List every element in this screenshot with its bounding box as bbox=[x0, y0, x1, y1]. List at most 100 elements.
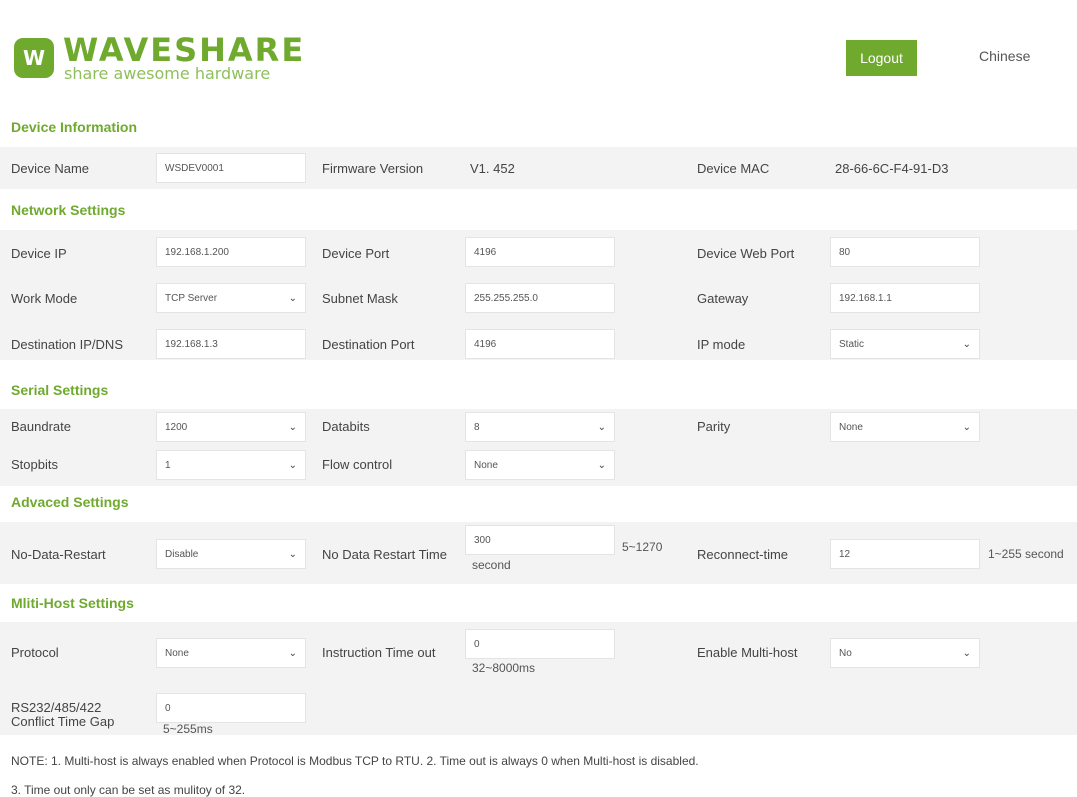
work-mode-select[interactable]: TCP Server ⌄ bbox=[156, 283, 306, 313]
rows-multi-host-settings: Protocol None ⌄ Instruction Time out 0 3… bbox=[0, 622, 1077, 736]
device-name-value: WSDEV0001 bbox=[165, 163, 224, 174]
instruction-timeout-label: Instruction Time out bbox=[322, 645, 436, 660]
device-name-label: Device Name bbox=[11, 161, 90, 176]
no-data-restart-label: No-Data-Restart bbox=[11, 547, 106, 562]
instruction-timeout-value: 0 bbox=[474, 639, 480, 650]
stopbits-value: 1 bbox=[165, 460, 171, 471]
logo-tagline: share awesome hardware bbox=[64, 64, 271, 83]
subnet-mask-label: Subnet Mask bbox=[322, 291, 398, 306]
restart-time-unit: second bbox=[472, 558, 511, 572]
section-title-network-settings: Network Settings bbox=[11, 202, 126, 218]
conflict-time-gap-input[interactable]: 0 bbox=[156, 693, 306, 723]
device-web-port-input[interactable]: 80 bbox=[830, 237, 980, 267]
reconnect-time-range: 1~255 second bbox=[988, 547, 1064, 561]
enable-multi-host-select[interactable]: No ⌄ bbox=[830, 638, 980, 668]
device-web-port-value: 80 bbox=[839, 247, 851, 258]
protocol-select[interactable]: None ⌄ bbox=[156, 638, 306, 668]
gateway-input[interactable]: 192.168.1.1 bbox=[830, 283, 980, 313]
chevron-down-icon: ⌄ bbox=[288, 293, 297, 304]
logout-button[interactable]: Logout bbox=[846, 40, 917, 76]
device-mac-label: Device MAC bbox=[697, 161, 770, 176]
section-title-multi-host-settings: Mliti-Host Settings bbox=[11, 595, 134, 611]
chevron-down-icon: ⌄ bbox=[288, 648, 297, 659]
section-title-serial-settings: Serial Settings bbox=[11, 382, 109, 398]
parity-select[interactable]: None ⌄ bbox=[830, 412, 980, 442]
firmware-version-label: Firmware Version bbox=[322, 161, 424, 176]
device-mac-value: 28-66-6C-F4-91-D3 bbox=[835, 161, 949, 176]
protocol-label: Protocol bbox=[11, 645, 59, 660]
gateway-value: 192.168.1.1 bbox=[839, 293, 892, 304]
reconnect-time-label: Reconnect-time bbox=[697, 547, 789, 562]
destination-port-input[interactable]: 4196 bbox=[465, 329, 615, 359]
destination-port-label: Destination Port bbox=[322, 337, 415, 352]
destination-port-value: 4196 bbox=[474, 339, 497, 350]
page-header: W WAVESHARE share awesome hardware Logou… bbox=[0, 0, 1077, 118]
device-ip-label: Device IP bbox=[11, 246, 67, 261]
flow-control-label: Flow control bbox=[322, 457, 393, 472]
chevron-down-icon: ⌄ bbox=[962, 648, 971, 659]
destination-ip-label: Destination IP/DNS bbox=[11, 337, 123, 352]
flow-control-select[interactable]: None ⌄ bbox=[465, 450, 615, 480]
subnet-mask-input[interactable]: 255.255.255.0 bbox=[465, 283, 615, 313]
ip-mode-select[interactable]: Static ⌄ bbox=[830, 329, 980, 359]
device-ip-input[interactable]: 192.168.1.200 bbox=[156, 237, 306, 267]
chevron-down-icon: ⌄ bbox=[288, 422, 297, 433]
parity-label: Parity bbox=[697, 419, 731, 434]
destination-ip-value: 192.168.1.3 bbox=[165, 339, 218, 350]
subnet-mask-value: 255.255.255.0 bbox=[474, 293, 538, 304]
chevron-down-icon: ⌄ bbox=[597, 460, 606, 471]
reconnect-time-value: 12 bbox=[839, 549, 851, 560]
enable-multi-host-value: No bbox=[839, 648, 852, 659]
chevron-down-icon: ⌄ bbox=[288, 549, 297, 560]
databits-select[interactable]: 8 ⌄ bbox=[465, 412, 615, 442]
note-line-1: NOTE: 1. Multi-host is always enabled wh… bbox=[11, 754, 699, 768]
baudrate-value: 1200 bbox=[165, 422, 188, 433]
gateway-label: Gateway bbox=[697, 291, 749, 306]
firmware-version-value: V1. 452 bbox=[470, 161, 515, 176]
device-ip-value: 192.168.1.200 bbox=[165, 247, 229, 258]
conflict-time-gap-label-line2: Conflict Time Gap bbox=[11, 714, 115, 729]
stopbits-label: Stopbits bbox=[11, 457, 58, 472]
no-data-restart-time-value: 300 bbox=[474, 535, 491, 546]
ip-mode-value: Static bbox=[839, 339, 865, 350]
instruction-timeout-input[interactable]: 0 bbox=[465, 629, 615, 659]
chevron-down-icon: ⌄ bbox=[962, 422, 971, 433]
section-title-device-information: Device Information bbox=[11, 119, 138, 135]
instruction-timeout-range: 32~8000ms bbox=[472, 661, 536, 675]
language-switch-link[interactable]: Chinese bbox=[979, 48, 1030, 64]
no-data-restart-select[interactable]: Disable ⌄ bbox=[156, 539, 306, 569]
waveshare-logo[interactable]: W WAVESHARE share awesome hardware bbox=[14, 31, 303, 88]
device-name-input[interactable]: WSDEV0001 bbox=[156, 153, 306, 183]
databits-value: 8 bbox=[474, 422, 480, 433]
stopbits-select[interactable]: 1 ⌄ bbox=[156, 450, 306, 480]
restart-time-range: 5~1270 bbox=[622, 540, 663, 554]
rows-serial-settings: Baundrate 1200 ⌄ Databits 8 ⌄ Parity Non… bbox=[0, 409, 1077, 486]
chevron-down-icon: ⌄ bbox=[597, 422, 606, 433]
rows-network-settings: Device IP 192.168.1.200 Device Port 4196… bbox=[0, 230, 1077, 360]
chevron-down-icon: ⌄ bbox=[288, 460, 297, 471]
no-data-restart-value: Disable bbox=[165, 549, 199, 560]
conflict-time-gap-range: 5~255ms bbox=[163, 722, 213, 736]
destination-ip-input[interactable]: 192.168.1.3 bbox=[156, 329, 306, 359]
baudrate-select[interactable]: 1200 ⌄ bbox=[156, 412, 306, 442]
work-mode-label: Work Mode bbox=[11, 291, 78, 306]
enable-multi-host-label: Enable Multi-host bbox=[697, 645, 798, 660]
reconnect-time-input[interactable]: 12 bbox=[830, 539, 980, 569]
row-device-info: Device Name WSDEV0001 Firmware Version V… bbox=[0, 147, 1077, 189]
device-web-port-label: Device Web Port bbox=[697, 246, 795, 261]
note-line-2: 3. Time out only can be set as mulitoy o… bbox=[11, 783, 246, 797]
no-data-restart-time-label: No Data Restart Time bbox=[322, 547, 447, 562]
row-advanced-settings: No-Data-Restart Disable ⌄ No Data Restar… bbox=[0, 522, 1077, 584]
baudrate-label: Baundrate bbox=[11, 419, 71, 434]
device-port-input[interactable]: 4196 bbox=[465, 237, 615, 267]
device-port-value: 4196 bbox=[474, 247, 497, 258]
no-data-restart-time-input[interactable]: 300 bbox=[465, 525, 615, 555]
databits-label: Databits bbox=[322, 419, 370, 434]
conflict-time-gap-label-line1: RS232/485/422 bbox=[11, 700, 102, 715]
waveshare-logo-icon: W bbox=[14, 38, 54, 78]
protocol-value: None bbox=[165, 648, 189, 659]
ip-mode-label: IP mode bbox=[697, 337, 746, 352]
flow-control-value: None bbox=[474, 460, 498, 471]
chevron-down-icon: ⌄ bbox=[962, 339, 971, 350]
conflict-time-gap-value: 0 bbox=[165, 703, 171, 714]
